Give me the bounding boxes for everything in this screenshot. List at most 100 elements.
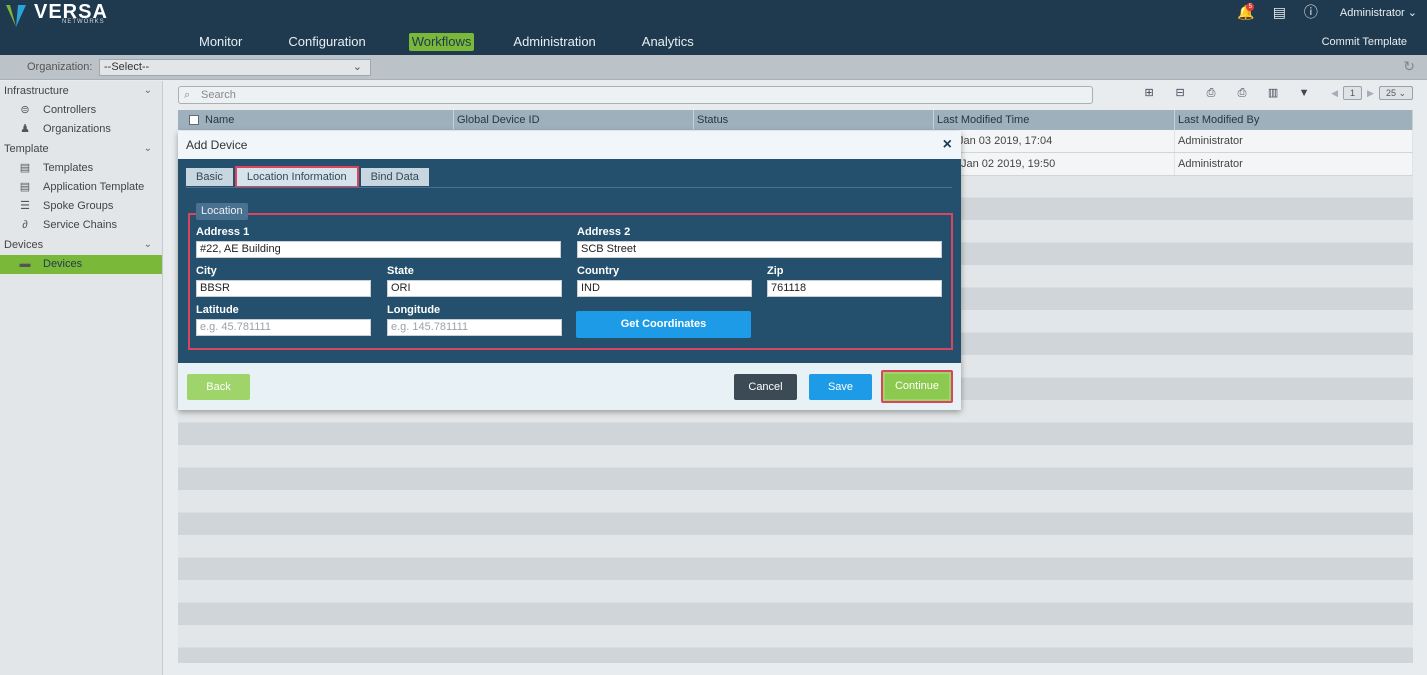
nav-monitor[interactable]: Monitor — [196, 33, 245, 51]
location-section-title: Location — [196, 203, 248, 220]
state-field[interactable]: ORI — [387, 280, 562, 297]
column-label: Last Modified Time — [937, 114, 1030, 126]
sidebar-item-label: Devices — [43, 258, 83, 270]
pagination: ◀ 1 ▶ 25 ⌄ — [1326, 86, 1413, 100]
sidebar-item-controllers[interactable]: ⊜ Controllers — [0, 101, 162, 120]
sidebar-section-devices[interactable]: Devices ⌄ — [0, 235, 162, 255]
sidebar-item-label: Organizations — [43, 123, 111, 135]
sidebar-item-service-chains[interactable]: ∂ Service Chains — [0, 216, 162, 235]
longitude-label: Longitude — [387, 304, 441, 316]
cell-last-modified-time: Jan 03 2019, 17:04 — [934, 130, 1175, 152]
chevron-down-icon: ⌄ — [143, 85, 152, 96]
sidebar-section-infrastructure[interactable]: Infrastructure ⌄ — [0, 81, 162, 101]
import-icon[interactable]: ⎙ — [1203, 85, 1219, 101]
tab-basic[interactable]: Basic — [186, 168, 233, 186]
page-size-select[interactable]: 25 ⌄ — [1378, 86, 1413, 100]
export-icon[interactable]: ⎙ — [1234, 85, 1250, 101]
commit-template-link[interactable]: Commit Template — [1322, 36, 1407, 48]
address1-label: Address 1 — [196, 226, 250, 238]
city-field[interactable]: BBSR — [196, 280, 371, 297]
continue-button[interactable]: Continue — [881, 370, 953, 403]
cell-last-modified-by: Administrator — [1175, 130, 1413, 152]
address2-field[interactable]: SCB Street — [577, 241, 942, 258]
tab-bind-data[interactable]: Bind Data — [360, 168, 429, 186]
address1-field[interactable]: #22, AE Building — [196, 241, 561, 258]
organization-icon: ♟ — [20, 123, 30, 135]
brand-sub: NETWORKS — [62, 19, 105, 25]
close-icon[interactable]: × — [943, 136, 952, 154]
zip-label: Zip — [767, 265, 784, 277]
country-field[interactable]: IND — [577, 280, 752, 297]
sidebar-item-organizations[interactable]: ♟ Organizations — [0, 120, 162, 139]
sidebar: Infrastructure ⌄ ⊜ Controllers ♟ Organiz… — [0, 81, 163, 675]
sidebar-item-label: Application Template — [43, 181, 145, 193]
sidebar-section-label: Infrastructure — [4, 85, 69, 97]
select-all-checkbox[interactable] — [189, 115, 199, 126]
search-icon: ⌕ — [184, 89, 191, 101]
chevron-down-icon: ⌄ — [1407, 6, 1417, 19]
sidebar-item-devices[interactable]: ▬ Devices — [0, 255, 162, 274]
add-device-dialog: Add Device × Basic Location Information … — [178, 131, 961, 410]
sidebar-item-label: Spoke Groups — [43, 200, 114, 212]
latitude-label: Latitude — [196, 304, 239, 316]
tab-divider — [186, 187, 952, 188]
remove-icon[interactable]: ⊟ — [1172, 85, 1188, 101]
longitude-field[interactable]: e.g. 145.781111 — [387, 319, 562, 336]
column-last-modified-by[interactable]: Last Modified By — [1175, 110, 1413, 130]
latitude-field[interactable]: e.g. 45.781111 — [196, 319, 371, 336]
sidebar-item-templates[interactable]: ▤ Templates — [0, 159, 162, 178]
next-page-icon[interactable]: ▶ — [1367, 88, 1374, 99]
address2-label: Address 2 — [577, 226, 631, 238]
cancel-button[interactable]: Cancel — [734, 374, 797, 400]
bell-icon[interactable]: 🔔 5 — [1237, 2, 1255, 21]
nav-administration[interactable]: Administration — [510, 33, 598, 51]
column-label: Last Modified By — [1178, 114, 1260, 126]
chevron-down-icon: ⌄ — [143, 143, 152, 154]
cell-last-modified-time: Jan 02 2019, 19:50 — [934, 153, 1175, 175]
refresh-icon[interactable]: ↻ — [1403, 58, 1415, 75]
back-button[interactable]: Back — [187, 374, 250, 400]
dialog-header: Add Device × — [178, 131, 961, 159]
nav-configuration[interactable]: Configuration — [285, 33, 368, 51]
application-template-icon: ▤ — [19, 181, 31, 193]
sidebar-section-label: Template — [4, 143, 49, 155]
search-input[interactable]: ⌕ Search — [178, 86, 1093, 104]
table-header: Name Global Device ID Status Last Modifi… — [178, 110, 1413, 130]
document-icon[interactable]: ▤ — [1273, 4, 1286, 21]
sidebar-section-template[interactable]: Template ⌄ — [0, 139, 162, 159]
column-name[interactable]: Name — [178, 110, 454, 130]
table-toolbar: ⊞ ⊟ ⎙ ⎙ ▥ ▼ ◀ 1 ▶ 25 ⌄ — [1126, 85, 1413, 101]
controller-icon: ⊜ — [20, 104, 30, 116]
info-icon[interactable]: ⓘ — [1304, 2, 1318, 22]
page-number[interactable]: 1 — [1343, 86, 1363, 100]
nav-workflows[interactable]: Workflows — [408, 33, 475, 51]
tab-location-information[interactable]: Location Information — [234, 166, 359, 188]
country-label: Country — [577, 265, 620, 277]
column-last-modified-time[interactable]: Last Modified Time — [934, 110, 1175, 130]
filter-icon[interactable]: ▼ — [1296, 85, 1312, 101]
dialog-tabs: Basic Location Information Bind Data — [186, 166, 433, 188]
sidebar-item-label: Controllers — [43, 104, 97, 116]
save-button[interactable]: Save — [809, 374, 872, 400]
add-icon[interactable]: ⊞ — [1141, 85, 1157, 101]
user-name: Administrator — [1339, 6, 1405, 19]
get-coordinates-button[interactable]: Get Coordinates — [576, 311, 751, 338]
columns-icon[interactable]: ▥ — [1265, 85, 1281, 101]
column-status[interactable]: Status — [694, 110, 934, 130]
previous-page-icon[interactable]: ◀ — [1331, 88, 1338, 99]
organization-select[interactable]: --Select-- ⌄ — [99, 59, 371, 76]
zip-field[interactable]: 761118 — [767, 280, 942, 297]
main-nav: Monitor Configuration Workflows Administ… — [196, 33, 737, 51]
chevron-down-icon: ⌄ — [352, 61, 362, 73]
sidebar-item-application-template[interactable]: ▤ Application Template — [0, 178, 162, 197]
sidebar-item-spoke-groups[interactable]: ☰ Spoke Groups — [0, 197, 162, 216]
state-label: State — [387, 265, 414, 277]
user-menu[interactable]: Administrator ⌄ — [1340, 6, 1417, 19]
organization-value: --Select-- — [104, 61, 150, 73]
chevron-down-icon: ⌄ — [143, 239, 152, 250]
versa-logo-icon — [4, 3, 28, 27]
notification-badge: 5 — [1246, 2, 1255, 11]
nav-analytics[interactable]: Analytics — [639, 33, 697, 51]
column-label: Status — [697, 114, 729, 126]
column-global-device-id[interactable]: Global Device ID — [454, 110, 694, 130]
